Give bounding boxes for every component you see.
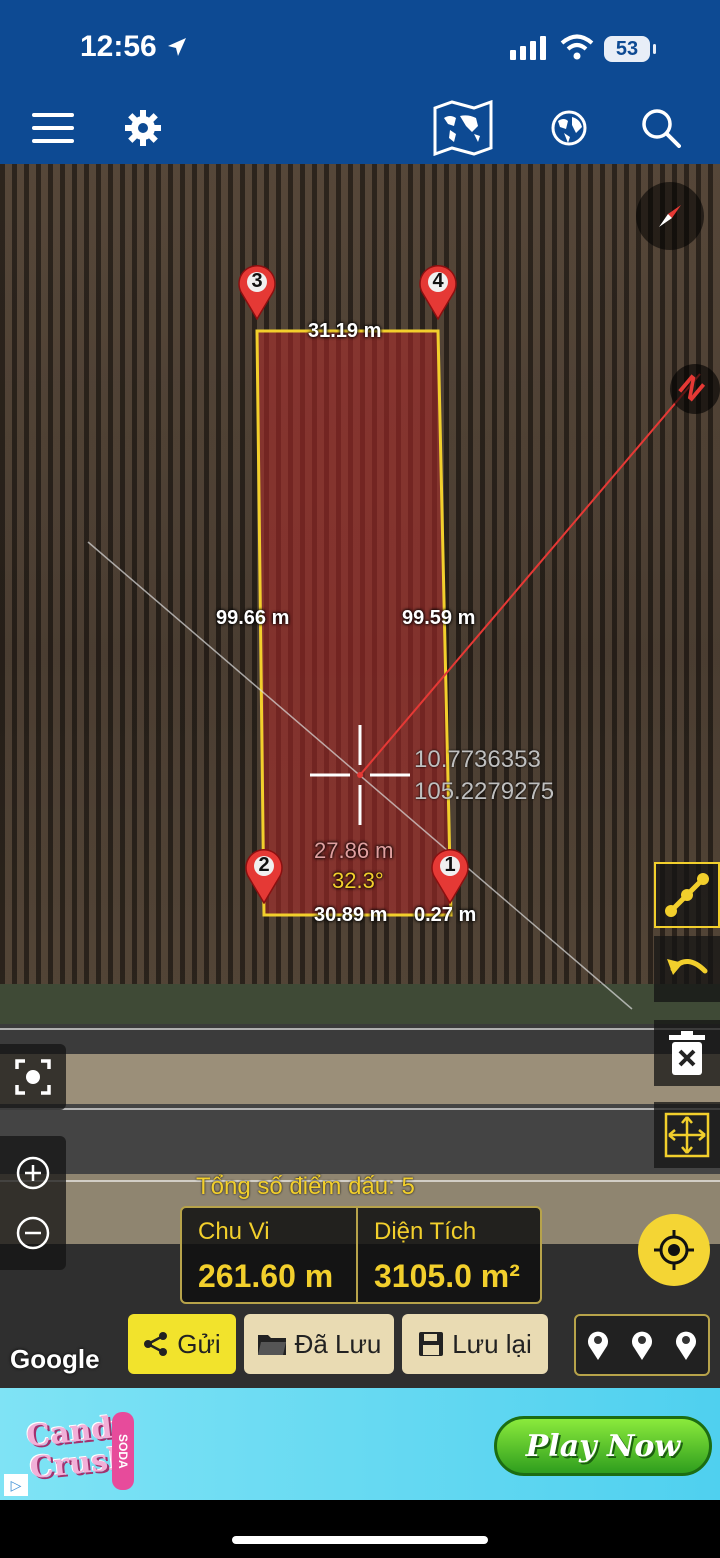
candy-crush-logo: Candy Crush SODA	[14, 1398, 134, 1492]
hamburger-icon	[32, 113, 74, 143]
north-label: N	[672, 369, 711, 409]
search-icon	[642, 109, 681, 148]
pin-label: 3	[251, 270, 263, 292]
marker-pin-2[interactable]: 2	[242, 846, 286, 905]
app-toolbar	[0, 92, 720, 164]
folder-icon	[257, 1335, 286, 1355]
zoom-in-icon[interactable]	[16, 1156, 50, 1190]
saved-button[interactable]: Đã Lưu	[244, 1314, 394, 1374]
marker-count: Tổng số điểm dấu: 5	[196, 1173, 415, 1200]
marker-pins-button[interactable]	[574, 1314, 710, 1376]
menu-button[interactable]	[18, 92, 88, 164]
wifi-icon	[560, 34, 594, 60]
pin-label: 2	[258, 854, 270, 876]
measurement-overlay	[87, 329, 701, 1010]
area-stat: Diện Tích 3105.0 m²	[358, 1208, 540, 1302]
pin-label: 1	[444, 854, 456, 876]
zoom-out-icon[interactable]	[16, 1216, 50, 1250]
battery-indicator: 53	[604, 36, 656, 62]
edge-label-top: 31.19 m	[308, 320, 382, 342]
send-button[interactable]: Gửi	[128, 1314, 236, 1374]
polyline-icon	[665, 873, 709, 917]
segment-angle: 32.3°	[332, 868, 384, 893]
expand-arrows-icon	[664, 1112, 710, 1158]
latitude-readout: 10.7736353	[414, 746, 541, 773]
marker-pin-1[interactable]: 1	[428, 846, 472, 905]
area-title: Diện Tích	[374, 1218, 477, 1245]
edge-label-right: 99.59 m	[402, 607, 476, 629]
perimeter-value: 261.60 m	[198, 1258, 334, 1294]
delete-button[interactable]	[654, 1020, 720, 1086]
longitude-readout: 105.2279275	[414, 778, 555, 805]
trash-icon	[669, 1031, 705, 1075]
area-value: 3105.0 m²	[374, 1258, 520, 1294]
pin-icon	[676, 1331, 696, 1360]
status-time: 12:56	[80, 30, 157, 63]
ad-choices-icon[interactable]: ▷	[4, 1474, 28, 1496]
floppy-disk-icon	[419, 1332, 444, 1356]
settings-button[interactable]	[108, 92, 178, 164]
crosshair-center	[357, 772, 363, 778]
pin-icon	[588, 1331, 608, 1360]
edge-label-bottom: 30.89 m	[314, 904, 388, 926]
ad-banner[interactable]: Candy Crush SODA Play Now ▷	[0, 1388, 720, 1500]
send-label: Gửi	[177, 1328, 221, 1359]
marker-pin-4[interactable]: 4	[416, 262, 460, 321]
edge-label-bottom-right: 0.27 m	[414, 904, 477, 926]
status-bar: 12:56 53	[0, 0, 720, 92]
undo-button[interactable]	[654, 936, 720, 1002]
zoom-controls	[0, 1136, 66, 1270]
search-button[interactable]	[626, 92, 696, 164]
crosshair-locate-icon	[654, 1230, 694, 1270]
share-icon	[144, 1332, 168, 1356]
undo-icon	[667, 959, 708, 975]
my-location-button[interactable]	[638, 1214, 710, 1286]
google-logo: Google	[10, 1344, 100, 1374]
edge-label-left: 99.66 m	[216, 607, 290, 629]
save-button[interactable]: Lưu lại	[402, 1314, 548, 1374]
gear-icon	[125, 110, 161, 146]
perimeter-title: Chu Vi	[198, 1218, 270, 1245]
pin-icon	[632, 1331, 652, 1360]
marker-pin-3[interactable]: 3	[235, 262, 279, 321]
measurement-stats: Chu Vi 261.60 m Diện Tích 3105.0 m²	[180, 1206, 542, 1304]
satellite-map[interactable]: 3 4 2 1 31.19 m 99.66 m 99.59 m 30.89 m …	[0, 164, 720, 1388]
cellular-signal-icon	[510, 36, 546, 60]
home-indicator[interactable]	[232, 1536, 488, 1544]
draw-path-button[interactable]	[654, 862, 720, 928]
pin-label: 4	[432, 270, 444, 292]
fit-bounds-button[interactable]	[654, 1102, 720, 1168]
home-bar	[0, 1500, 720, 1558]
location-arrow-icon	[168, 38, 186, 56]
focus-button[interactable]	[0, 1044, 66, 1110]
focus-target-icon	[15, 1059, 51, 1095]
segment-length: 27.86 m	[314, 838, 394, 863]
save-label: Lưu lại	[452, 1328, 532, 1359]
compass-button[interactable]	[636, 182, 704, 250]
perimeter-stat: Chu Vi 261.60 m	[182, 1208, 356, 1302]
globe-icon	[551, 110, 587, 146]
ad-brand-sub: SODA	[112, 1412, 134, 1490]
compass-needle-icon	[659, 205, 681, 227]
world-map-icon	[433, 100, 493, 156]
globe-button[interactable]	[534, 92, 604, 164]
play-now-button[interactable]: Play Now	[494, 1416, 712, 1476]
map-type-button[interactable]	[428, 92, 498, 164]
saved-label: Đã Lưu	[294, 1328, 382, 1359]
north-indicator: N	[670, 364, 720, 414]
